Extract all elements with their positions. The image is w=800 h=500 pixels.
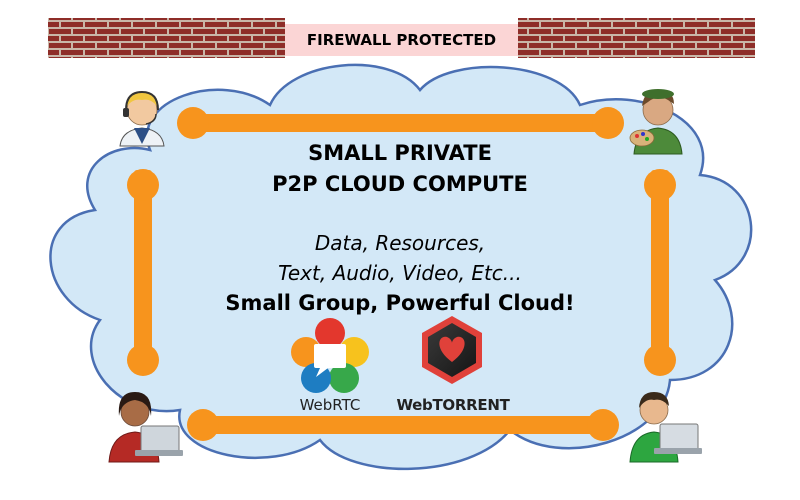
subtitle-line-2: Text, Audio, Video, Etc... (278, 261, 522, 285)
node-dot-top-left (177, 107, 209, 139)
node-dot-left-bottom (127, 344, 159, 376)
node-dot-top-right (592, 107, 624, 139)
node-dot-left-top (127, 169, 159, 201)
firewall-bricks-left (48, 18, 285, 58)
node-dot-bottom-right (587, 409, 619, 441)
diagram-subtitle: Data, Resources, Text, Audio, Video, Etc… (180, 228, 620, 288)
firewall-label: FIREWALL PROTECTED (285, 24, 518, 56)
link-top (190, 114, 610, 132)
node-dot-bottom-left (187, 409, 219, 441)
webtorrent-label: WebTORRENT (396, 396, 510, 414)
node-dot-right-bottom (644, 344, 676, 376)
link-bottom (190, 416, 610, 434)
diagram-title: SMALL PRIVATE P2P CLOUD COMPUTE (200, 138, 600, 200)
title-line-2: P2P CLOUD COMPUTE (272, 172, 528, 196)
title-line-1: SMALL PRIVATE (308, 141, 492, 165)
diagram-tagline: Small Group, Powerful Cloud! (225, 291, 575, 315)
webrtc-label: WebRTC (299, 396, 361, 414)
node-dot-right-top (644, 169, 676, 201)
firewall-bricks-right (518, 18, 755, 58)
subtitle-line-1: Data, Resources, (314, 231, 486, 255)
